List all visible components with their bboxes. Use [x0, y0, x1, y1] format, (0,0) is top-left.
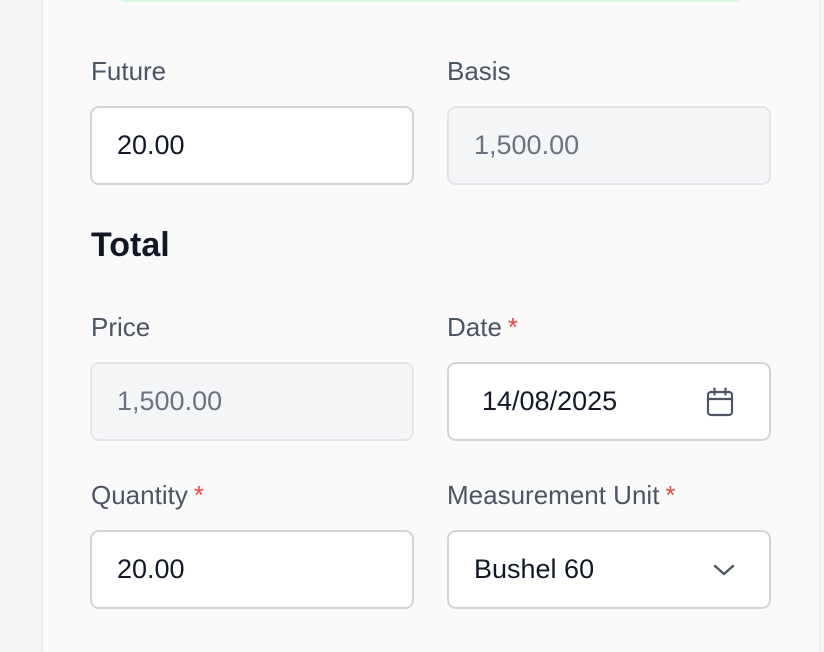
- measurement-unit-label-text: Measurement Unit: [447, 480, 660, 510]
- measurement-unit-select-value: Bushel 60: [474, 554, 595, 584]
- total-section-title: Total: [91, 226, 170, 264]
- future-input[interactable]: 20.00: [90, 106, 414, 185]
- quantity-required-mark: *: [193, 480, 204, 510]
- price-label: Price: [91, 314, 150, 340]
- basis-input: 1,500.00: [447, 106, 771, 185]
- quantity-input[interactable]: 20.00: [90, 530, 414, 609]
- future-label-text: Future: [91, 56, 167, 86]
- measurement-unit-required-mark: *: [665, 480, 676, 510]
- quantity-input-value: 20.00: [117, 554, 185, 584]
- basis-label: Basis: [447, 58, 511, 84]
- price-input-value: 1,500.00: [117, 386, 223, 416]
- basis-label-text: Basis: [447, 56, 511, 86]
- basis-input-value: 1,500.00: [474, 130, 580, 160]
- measurement-unit-select[interactable]: Bushel 60: [447, 530, 771, 609]
- calendar-icon[interactable]: [705, 386, 735, 417]
- future-label: Future: [91, 58, 166, 84]
- measurement-unit-label: Measurement Unit *: [447, 482, 676, 508]
- date-required-mark: *: [507, 312, 519, 342]
- chevron-down-icon[interactable]: [709, 555, 739, 585]
- quantity-label-text: Quantity: [91, 480, 188, 510]
- page: Future 20.00 Basis 1,500.00 Total Price …: [0, 0, 824, 652]
- price-label-text: Price: [91, 312, 151, 342]
- price-input: 1,500.00: [90, 362, 414, 441]
- date-input-value: 14/08/2025: [482, 386, 618, 416]
- date-label: Date *: [447, 314, 518, 340]
- date-input[interactable]: 14/08/2025: [447, 362, 771, 441]
- date-label-text: Date: [447, 312, 502, 342]
- future-input-value: 20.00: [117, 130, 185, 160]
- success-banner-edge: [120, 0, 740, 2]
- quantity-label: Quantity *: [91, 482, 204, 508]
